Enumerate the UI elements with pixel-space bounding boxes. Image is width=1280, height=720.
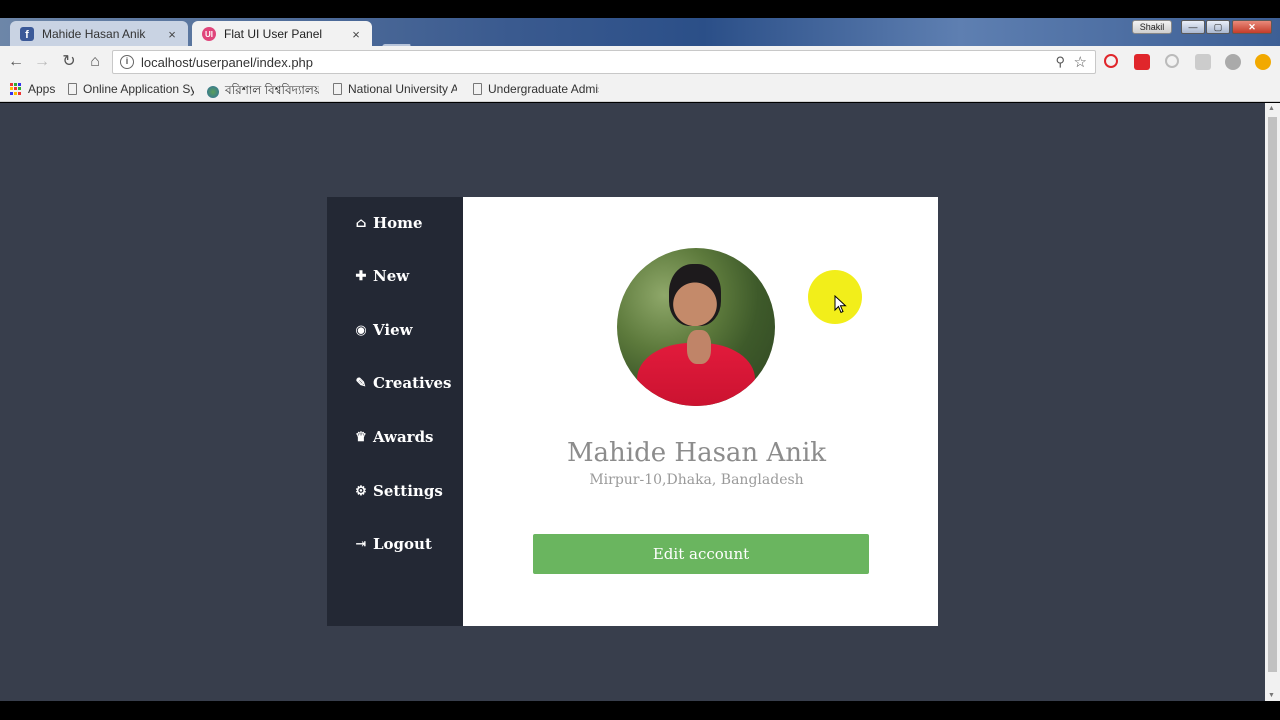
avatar-head (669, 264, 721, 326)
page-icon (333, 83, 342, 95)
scroll-up-arrow-icon[interactable]: ▲ (1268, 105, 1275, 112)
shield-extension-icon[interactable] (1225, 54, 1241, 70)
sidebar-item-view[interactable]: ◉ View (353, 318, 413, 342)
close-window-button[interactable]: ✕ (1232, 20, 1272, 34)
bookmark-label: National University Ac (348, 82, 457, 96)
page-icon (473, 83, 482, 95)
profile-content: Mahide Hasan Anik Mirpur-10,Dhaka, Bangl… (463, 197, 938, 626)
profile-location: Mirpur-10,Dhaka, Bangladesh (589, 472, 804, 488)
tab-bar: f Mahide Hasan Anik × UI Flat UI User Pa… (0, 18, 1280, 58)
avatar (617, 248, 775, 406)
sign-out-icon: ⇥ (355, 536, 367, 552)
address-bar[interactable]: i localhost/userpanel/index.php ⚲ ☆ (112, 50, 1096, 74)
scroll-down-arrow-icon[interactable]: ▼ (1268, 692, 1275, 699)
sidebar-item-label: Awards (373, 428, 434, 446)
plus-icon: ✚ (355, 268, 367, 284)
eye-icon: ◉ (355, 322, 367, 338)
avatar-hand (687, 330, 711, 364)
tab-close-icon[interactable]: × (350, 27, 362, 42)
home-icon: ⌂ (355, 215, 367, 231)
user-panel: ⌂ Home ✚ New ◉ View ✎ Creatives ♛ Awards… (327, 197, 938, 626)
globe-icon (207, 86, 219, 98)
bookmark-undergraduate-admission[interactable]: Undergraduate Admis (473, 82, 599, 96)
info-icon[interactable]: i (120, 55, 134, 69)
bookmarks-bar: Apps Online Application Sy বরিশাল বিশ্বব… (0, 78, 1280, 102)
sidebar-item-label: Settings (373, 482, 443, 500)
scrollbar-thumb[interactable] (1268, 117, 1277, 672)
brush-icon: ✎ (355, 375, 367, 391)
facebook-favicon-icon: f (20, 27, 34, 41)
sidebar-item-label: Creatives (373, 374, 452, 392)
sidebar-item-home[interactable]: ⌂ Home (353, 211, 423, 235)
window-top-border (0, 0, 1280, 18)
key-icon[interactable]: ⚲ (1055, 54, 1065, 70)
sidebar-item-label: View (373, 321, 413, 339)
bookmark-label: বরিশাল বিশ্ববিদ্যালয় (225, 83, 319, 97)
video-extension-icon[interactable] (1134, 54, 1150, 70)
edit-account-button[interactable]: Edit account (533, 534, 869, 574)
apps-grid-icon (10, 83, 22, 95)
tab-facebook[interactable]: f Mahide Hasan Anik × (10, 21, 188, 47)
url-text[interactable]: localhost/userpanel/index.php (141, 55, 313, 70)
bookmark-apps[interactable]: Apps (10, 82, 55, 96)
back-arrow-icon[interactable]: ← (6, 52, 26, 72)
tab-title: Flat UI User Panel (224, 27, 323, 41)
sidebar-item-settings[interactable]: ⚙ Settings (353, 479, 443, 503)
bookmark-label: Apps (28, 82, 56, 96)
bookmark-star-icon[interactable]: ☆ (1074, 53, 1087, 71)
forward-arrow-icon[interactable]: → (32, 52, 52, 72)
page-scrollbar[interactable]: ▲ ▼ (1265, 103, 1280, 701)
sidebar-item-awards[interactable]: ♛ Awards (353, 425, 434, 449)
bookmark-label: Online Application Sy (83, 82, 194, 96)
profile-name: Mahide Hasan Anik (566, 438, 827, 468)
sidebar-item-label: Home (373, 214, 423, 232)
maximize-button[interactable]: ▢ (1206, 20, 1230, 34)
bookmark-label: Undergraduate Admis (488, 82, 599, 96)
opera-extension-icon[interactable] (1104, 54, 1118, 68)
menu-extension-icon[interactable] (1255, 54, 1271, 70)
puzzle-extension-icon[interactable] (1195, 54, 1211, 70)
sidebar-item-logout[interactable]: ⇥ Logout (353, 532, 432, 556)
window-bottom-border (0, 701, 1280, 720)
trophy-icon: ♛ (355, 429, 367, 445)
sidebar-menu: ⌂ Home ✚ New ◉ View ✎ Creatives ♛ Awards… (327, 197, 463, 626)
reload-icon[interactable]: ↻ (59, 52, 79, 72)
sidebar-item-creatives[interactable]: ✎ Creatives (353, 371, 452, 395)
sidebar-item-new[interactable]: ✚ New (353, 264, 410, 288)
sidebar-item-label: Logout (373, 535, 432, 553)
tab-flat-ui-user-panel[interactable]: UI Flat UI User Panel × (192, 21, 372, 47)
home-icon[interactable]: ⌂ (85, 52, 105, 72)
minimize-button[interactable]: — (1181, 20, 1205, 34)
profile-button[interactable]: Shakil (1132, 20, 1172, 34)
gears-icon: ⚙ (355, 483, 367, 499)
tab-title: Mahide Hasan Anik (42, 27, 146, 41)
sidebar-item-label: New (373, 267, 410, 285)
ui-favicon-icon: UI (202, 27, 216, 41)
page-icon (68, 83, 77, 95)
browser-toolbar: ← → ↻ ⌂ i localhost/userpanel/index.php … (0, 46, 1280, 78)
bookmark-barishal-university[interactable]: বরিশাল বিশ্ববিদ্যালয় (207, 82, 319, 102)
bookmark-national-university[interactable]: National University Ac (333, 82, 457, 96)
grey-circle-extension-icon[interactable] (1165, 54, 1179, 68)
bookmark-online-application[interactable]: Online Application Sy (68, 82, 194, 96)
tab-close-icon[interactable]: × (166, 27, 178, 42)
